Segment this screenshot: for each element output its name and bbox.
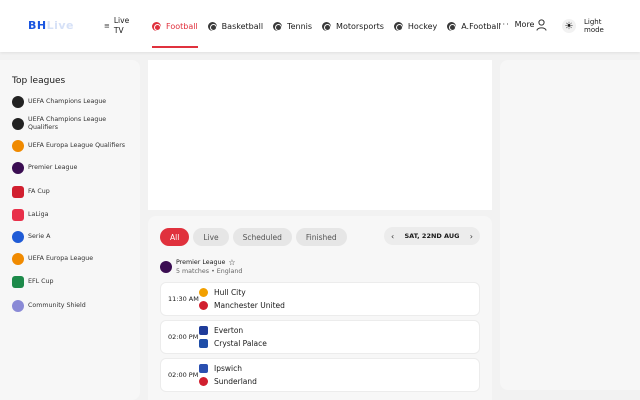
fa-cup-icon	[12, 186, 24, 198]
league-item[interactable]: UEFA Europa League Qualifiers	[12, 140, 132, 152]
league-item[interactable]: LaLiga	[12, 209, 132, 221]
filter-finished[interactable]: Finished	[295, 228, 347, 246]
sun-icon: ☀	[562, 19, 576, 33]
nav-item-hockey[interactable]: Hockey	[393, 0, 438, 52]
nav-item-football[interactable]: Football	[152, 0, 198, 52]
match-row[interactable]: 02:00 PM Everton Crystal Palace	[160, 320, 480, 354]
user-icon[interactable]	[536, 19, 547, 31]
hockey-icon	[393, 21, 403, 31]
tennis-icon	[273, 21, 283, 31]
league-item[interactable]: Serie A	[12, 231, 132, 243]
logo-bold-text: BH	[28, 19, 47, 32]
match-row[interactable]: 02:00 PM Ipswich Sunderland	[160, 358, 480, 392]
serie-a-icon	[12, 231, 24, 243]
league-item[interactable]: Premier League	[12, 162, 132, 174]
premier-league-icon	[160, 260, 172, 273]
current-date[interactable]: SAT, 22ND AUG	[404, 232, 459, 240]
match-time: 11:30 AM	[168, 295, 199, 303]
date-selector: ‹ SAT, 22ND AUG ›	[384, 227, 480, 245]
live-tv-label: Live TV	[113, 16, 130, 35]
home-team: Everton	[199, 326, 243, 335]
nav-label: Football	[166, 21, 198, 31]
filter-live[interactable]: Live	[193, 228, 229, 246]
match-row[interactable]: 11:30 AM Hull City Manchester United	[160, 282, 480, 316]
sports-nav: Football Basketball Tennis Motorsports H…	[152, 0, 511, 52]
champions-league-icon	[12, 96, 24, 108]
competition-name: Premier League	[176, 259, 226, 266]
right-sidebar	[500, 60, 640, 390]
football-icon	[152, 21, 161, 31]
star-icon[interactable]: ☆	[228, 258, 235, 267]
europa-league-qualifiers-icon	[12, 140, 24, 152]
away-team: Manchester United	[199, 301, 285, 310]
sidebar-title: Top leagues	[12, 76, 66, 86]
nav-item-tennis[interactable]: Tennis	[273, 0, 312, 52]
laliga-icon	[12, 209, 24, 221]
nav-label: Hockey	[407, 21, 438, 31]
league-item[interactable]: UEFA Champions League	[12, 96, 132, 108]
nav-label: Tennis	[287, 21, 313, 31]
site-logo[interactable]: BHLive	[28, 19, 74, 32]
away-team: Crystal Palace	[199, 339, 267, 348]
chevron-left-icon[interactable]: ‹	[391, 232, 394, 241]
team-crest-icon	[199, 301, 208, 310]
league-item[interactable]: Community Shield	[12, 300, 132, 312]
competition-meta: 5 matches • England	[176, 268, 243, 275]
logo-light-text: Live	[46, 19, 75, 32]
motorsports-icon	[322, 21, 332, 31]
filter-all[interactable]: All	[160, 228, 190, 246]
theme-label: Light mode	[584, 18, 604, 34]
top-header: BHLive ≡ Live TV Football Basketball Ten…	[0, 0, 640, 52]
team-crest-icon	[199, 288, 208, 297]
nav-item-american-football[interactable]: A.Football	[447, 0, 501, 52]
nav-item-motorsports[interactable]: Motorsports	[322, 0, 384, 52]
efl-cup-icon	[12, 276, 24, 288]
top-leagues-sidebar: Top leagues UEFA Champions League UEFA C…	[0, 60, 140, 400]
american-football-icon	[447, 21, 457, 31]
more-dots-icon: ···	[499, 20, 510, 29]
team-crest-icon	[199, 339, 208, 348]
champions-league-qualifiers-icon	[12, 118, 24, 130]
league-item[interactable]: UEFA Europa League	[12, 253, 132, 265]
community-shield-icon	[12, 300, 24, 312]
more-menu-button[interactable]: ··· More	[499, 20, 534, 29]
nav-item-basketball[interactable]: Basketball	[207, 0, 264, 52]
team-crest-icon	[199, 326, 208, 335]
nav-label: A.Football	[461, 21, 501, 31]
more-label: More	[514, 20, 535, 29]
premier-league-icon	[12, 162, 24, 174]
europa-league-icon	[12, 253, 24, 265]
nav-label: Motorsports	[336, 21, 384, 31]
match-time: 02:00 PM	[168, 333, 199, 341]
team-crest-icon	[199, 377, 208, 386]
league-item[interactable]: EFL Cup	[12, 276, 132, 288]
league-item[interactable]: FA Cup	[12, 186, 132, 198]
live-tv-link[interactable]: ≡ Live TV	[104, 16, 129, 36]
filter-scheduled[interactable]: Scheduled	[232, 228, 292, 246]
theme-toggle[interactable]: ☀ Light mode	[562, 13, 618, 39]
league-item[interactable]: UEFA Champions League Qualifiers	[12, 116, 132, 132]
matches-panel: All Live Scheduled Finished ‹ SAT, 22ND …	[148, 216, 492, 400]
chevron-right-icon[interactable]: ›	[470, 232, 473, 241]
competition-header[interactable]: Premier League ☆ 5 matches • England	[160, 258, 242, 275]
nav-label: Basketball	[221, 21, 264, 31]
basketball-icon	[207, 21, 217, 31]
home-team: Ipswich	[199, 364, 242, 373]
match-time: 02:00 PM	[168, 371, 199, 379]
away-team: Sunderland	[199, 377, 257, 386]
home-team: Hull City	[199, 288, 246, 297]
list-icon: ≡	[104, 22, 110, 30]
team-crest-icon	[199, 364, 208, 373]
match-filters: All Live Scheduled Finished	[160, 228, 351, 246]
ad-banner-area	[148, 60, 492, 210]
